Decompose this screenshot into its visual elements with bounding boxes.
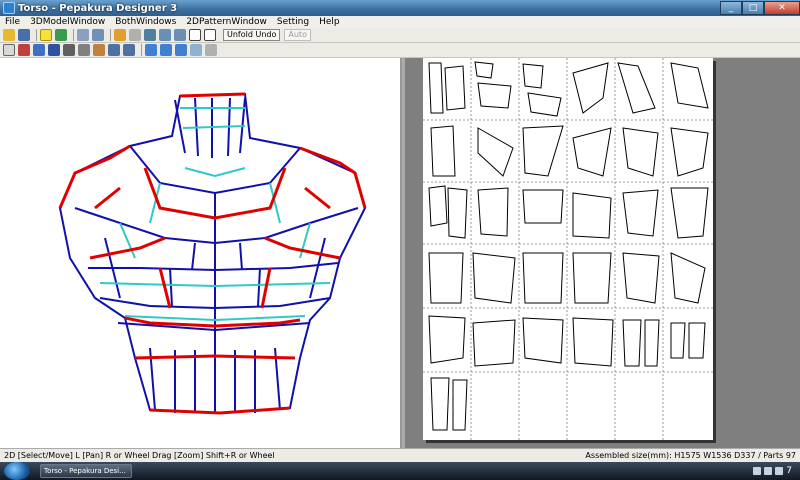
taskbar: Torso - Pepakura Desi... 7 — [0, 462, 800, 480]
toolbar-secondary — [0, 43, 800, 58]
pan-icon[interactable] — [92, 29, 104, 41]
unfold-undo-button[interactable]: Unfold Undo — [223, 29, 281, 41]
pattern-paper — [423, 58, 713, 440]
menu-3dmodelwindow[interactable]: 3DModelWindow — [25, 17, 110, 27]
clock[interactable]: 7 — [786, 466, 792, 476]
taskbar-item-pepakura[interactable]: Torso - Pepakura Desi... — [40, 464, 132, 478]
menu-file[interactable]: File — [0, 17, 25, 27]
grid-icon[interactable] — [33, 44, 45, 56]
window-title: Torso - Pepakura Designer 3 — [18, 2, 178, 14]
torso-3d-model[interactable] — [0, 58, 400, 448]
move-icon[interactable] — [48, 44, 60, 56]
cylinder-icon[interactable] — [129, 29, 141, 41]
edge-icon[interactable] — [93, 44, 105, 56]
select-icon[interactable] — [3, 44, 15, 56]
close-button[interactable]: ✕ — [764, 1, 800, 15]
status-hint: 2D [Select/Move] L [Pan] R or Wheel Drag… — [4, 451, 275, 460]
scissors-icon[interactable] — [18, 44, 30, 56]
menu-bar: File 3DModelWindow BothWindows 2DPattern… — [0, 16, 800, 28]
cube-icon[interactable] — [55, 29, 67, 41]
3d-model-window[interactable] — [0, 58, 402, 448]
maximize-button[interactable]: □ — [742, 1, 764, 15]
print-icon[interactable] — [205, 44, 217, 56]
flap-icon[interactable] — [108, 44, 120, 56]
rotate-left-icon[interactable] — [159, 29, 171, 41]
network-icon[interactable] — [753, 467, 762, 475]
open-folder-icon[interactable] — [3, 29, 15, 41]
volume-icon[interactable] — [764, 467, 773, 475]
lightbulb-icon[interactable] — [40, 29, 52, 41]
menu-setting[interactable]: Setting — [272, 17, 314, 27]
anchor-icon[interactable] — [144, 29, 156, 41]
pencil-icon[interactable] — [114, 29, 126, 41]
system-tray: 7 — [753, 466, 800, 476]
window-split-icon[interactable] — [204, 29, 216, 41]
start-button[interactable] — [4, 462, 30, 480]
align-icon[interactable] — [160, 44, 172, 56]
rotate-right-icon[interactable] — [174, 29, 186, 41]
2d-pattern-window[interactable] — [405, 58, 800, 448]
window-single-icon[interactable] — [189, 29, 201, 41]
minimize-button[interactable]: _ — [720, 1, 742, 15]
status-bar: 2D [Select/Move] L [Pan] R or Wheel Drag… — [0, 448, 800, 462]
status-assembled-size: Assembled size(mm): H1575 W1536 D337 / P… — [585, 451, 796, 460]
pattern-pieces[interactable] — [423, 58, 713, 440]
menu-2dpatternwindow[interactable]: 2DPatternWindow — [181, 17, 272, 27]
join-icon[interactable] — [78, 44, 90, 56]
rotate-icon[interactable] — [77, 29, 89, 41]
auto-checkbox[interactable]: Auto — [284, 29, 311, 41]
flag-icon[interactable] — [775, 467, 784, 475]
save-icon[interactable] — [18, 29, 30, 41]
zoom-fit-icon[interactable] — [190, 44, 202, 56]
piece-icon[interactable] — [63, 44, 75, 56]
layout-icon[interactable] — [175, 44, 187, 56]
menu-bothwindows[interactable]: BothWindows — [110, 17, 181, 27]
arrange-icon[interactable] — [145, 44, 157, 56]
menu-help[interactable]: Help — [314, 17, 345, 27]
rotate-part-icon[interactable] — [123, 44, 135, 56]
app-icon — [3, 2, 15, 14]
title-bar: Torso - Pepakura Designer 3 _ □ ✕ — [0, 0, 800, 16]
toolbar-main: Unfold Undo Auto — [0, 28, 800, 43]
